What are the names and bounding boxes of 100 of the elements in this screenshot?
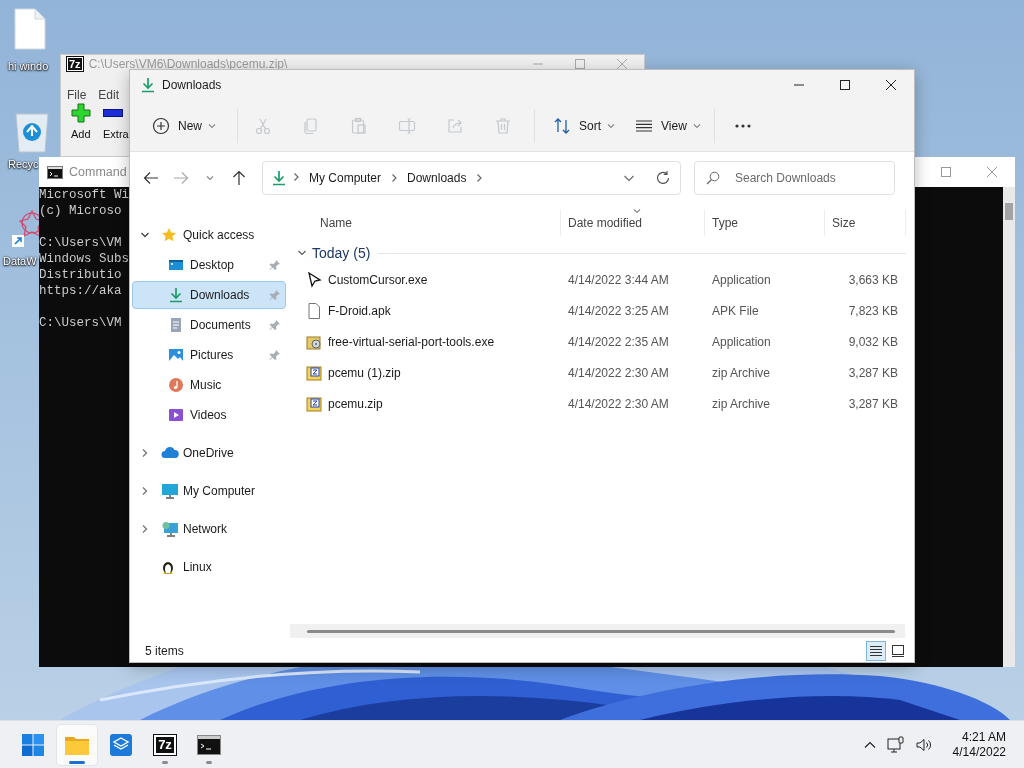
windows-logo-icon (21, 732, 45, 757)
view-button[interactable]: View (625, 108, 711, 143)
file-name: pcemu.zip (328, 396, 383, 411)
back-arrow-icon (143, 170, 159, 186)
app-logo: 7z (67, 57, 83, 71)
size-cell: 9,032 KB (848, 334, 898, 349)
arrow-cursor-icon (306, 271, 322, 288)
column-header[interactable]: Date modified (561, 210, 705, 236)
pin-icon (269, 289, 281, 301)
file-row[interactable]: pcemu (1).zip 4/14/2022 2:30 AM zip Archive 3,287 KB (290, 357, 914, 388)
scrollbar[interactable] (1003, 187, 1015, 667)
caret-icon (208, 121, 216, 130)
nav-item[interactable]: Downloads (132, 281, 286, 309)
file-row[interactable]: free-virtual-serial-port-tools.exe 4/14/2022 2:35 AM Application 9,032 KB (290, 326, 914, 357)
network-status-icon (886, 735, 905, 754)
app-logo: 7z (154, 734, 176, 755)
date-cell: 4/14/2022 2:35 AM (568, 334, 669, 349)
size-cell: 3,287 KB (848, 365, 898, 380)
group-header[interactable]: Today (5) (297, 245, 371, 261)
music-icon (168, 377, 184, 393)
toolbar-button[interactable]: Extra (103, 128, 129, 140)
rename-icon (398, 116, 416, 135)
caret-icon (607, 121, 616, 130)
address-bar[interactable]: My Computer Downloads (262, 161, 681, 195)
up-arrow-icon (231, 170, 247, 186)
date-cell: 4/14/2022 2:30 AM (568, 396, 669, 411)
forward-arrow-icon (173, 170, 189, 186)
zip-file-icon (306, 364, 322, 381)
scissors-icon (254, 116, 272, 135)
sort-caret-icon (632, 207, 641, 215)
chevron-right-icon (140, 486, 150, 496)
nav-item[interactable]: OneDrive (132, 439, 286, 467)
menu-item[interactable]: Edit (98, 88, 120, 98)
pin-icon (269, 319, 281, 331)
window-title: Downloads (162, 78, 222, 92)
refresh-icon (655, 170, 671, 186)
plus-icon (71, 103, 91, 123)
nav-item[interactable]: Linux (132, 553, 286, 581)
column-header[interactable]: Name (290, 210, 561, 236)
nav-item[interactable]: Documents (132, 311, 286, 339)
console-icon (47, 165, 63, 179)
nav-item[interactable]: Network (132, 515, 286, 543)
details-view-button[interactable] (866, 641, 886, 661)
size-cell: 3,287 KB (848, 396, 898, 411)
date-cell: 4/14/2022 3:44 AM (568, 272, 669, 287)
console-icon (197, 734, 221, 755)
type-cell: Application (712, 272, 771, 287)
minus-icon (103, 109, 123, 117)
file-name: free-virtual-serial-port-tools.exe (328, 334, 495, 349)
nav-item[interactable]: Pictures (132, 341, 286, 369)
more-icon (734, 123, 751, 128)
size-cell: 3,663 KB (848, 272, 898, 287)
zip-file-icon (306, 395, 322, 412)
search-field[interactable]: Search Downloads (694, 161, 895, 195)
toolbar-button[interactable]: Add (71, 128, 91, 140)
download-icon (140, 77, 156, 93)
file-icon (14, 8, 46, 50)
penguin-icon (161, 559, 175, 575)
console-line: C:\Users\VM (39, 316, 122, 330)
nav-item[interactable]: Quick access (132, 221, 286, 249)
network-icon (161, 521, 179, 537)
star-icon (161, 227, 177, 243)
sort-button[interactable]: Sort (543, 108, 626, 143)
close-icon (885, 79, 897, 91)
sort-icon (553, 116, 571, 135)
file-row[interactable]: CustomCursor.exe 4/14/2022 3:44 AM Application 3,663 KB (290, 264, 914, 295)
taskbar-app-button[interactable]: 7z (145, 724, 185, 765)
column-header[interactable]: Type (705, 210, 825, 236)
file-row[interactable]: pcemu.zip 4/14/2022 2:30 AM zip Archive 3,287 KB (290, 388, 914, 419)
menu-item[interactable]: File (67, 88, 87, 98)
column-header[interactable]: Size (825, 210, 906, 236)
tiles-view-icon (891, 644, 905, 658)
picture-icon (168, 347, 184, 363)
trash-icon (494, 116, 512, 135)
clipboard-icon (350, 116, 368, 135)
horizontal-scrollbar[interactable] (290, 624, 905, 638)
caret-icon (692, 121, 701, 130)
chevron-down-icon (297, 248, 307, 258)
file-name: pcemu (1).zip (328, 365, 401, 380)
download-icon (271, 170, 287, 186)
file-icon (306, 302, 322, 319)
console-line: C:\Users\VM (39, 236, 122, 250)
new-button[interactable]: New (142, 108, 226, 143)
file-name: CustomCursor.exe (328, 272, 428, 287)
nav-item[interactable]: My Computer (132, 477, 286, 505)
chevron-icon (292, 172, 300, 182)
installer-icon (306, 333, 322, 350)
nav-item[interactable]: Videos (132, 401, 286, 429)
clock-time[interactable]: 4:21 AM (961, 729, 1006, 745)
type-cell: zip Archive (712, 396, 771, 411)
file-name: F-Droid.apk (328, 303, 391, 318)
chevron-right-icon (140, 448, 150, 458)
date-cell: 4/14/2022 2:30 AM (568, 365, 669, 380)
clock-date[interactable]: 4/14/2022 (952, 744, 1006, 760)
cloud-icon (161, 445, 179, 461)
nav-item[interactable]: Desktop (132, 251, 286, 279)
console-line: Microsoft Wi (39, 188, 129, 202)
nav-item[interactable]: Music (132, 371, 286, 399)
file-row[interactable]: F-Droid.apk 4/14/2022 3:25 AM APK File 7,823 KB (290, 295, 914, 326)
pin-icon (269, 259, 281, 271)
